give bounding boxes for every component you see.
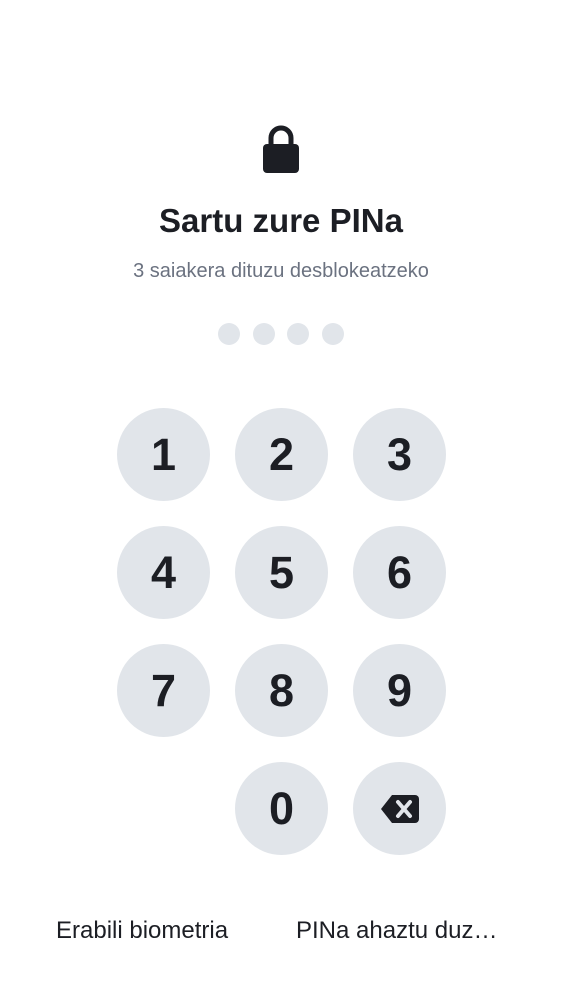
key-6-button[interactable]: 6 bbox=[353, 526, 446, 619]
key-label: 3 bbox=[386, 429, 413, 480]
pin-indicator bbox=[218, 323, 344, 345]
use-biometrics-link[interactable]: Erabili biometria bbox=[56, 915, 228, 947]
key-label: 9 bbox=[386, 665, 413, 716]
key-label: 0 bbox=[268, 783, 295, 834]
key-1-button[interactable]: 1 bbox=[117, 408, 210, 501]
key-label: 4 bbox=[150, 547, 177, 598]
backspace-icon bbox=[380, 794, 419, 823]
key-label: 8 bbox=[268, 665, 295, 716]
key-3-button[interactable]: 3 bbox=[353, 408, 446, 501]
key-7-button[interactable]: 7 bbox=[117, 644, 210, 737]
key-2-button[interactable]: 2 bbox=[235, 408, 328, 501]
key-0-button[interactable]: 0 bbox=[235, 762, 328, 855]
pin-dot bbox=[287, 323, 310, 345]
key-5-button[interactable]: 5 bbox=[235, 526, 328, 619]
pin-dot bbox=[218, 323, 240, 345]
lock-icon bbox=[263, 125, 299, 173]
pin-dot bbox=[321, 323, 344, 345]
forgot-pin-link[interactable]: PINa ahaztu duz… bbox=[296, 915, 506, 947]
page-title: Sartu zure PINa bbox=[159, 202, 403, 239]
key-label: 2 bbox=[268, 429, 295, 480]
key-label: 6 bbox=[386, 547, 413, 598]
key-label: 7 bbox=[150, 665, 177, 716]
pin-dot bbox=[252, 323, 275, 345]
backspace-button[interactable] bbox=[353, 762, 446, 855]
key-8-button[interactable]: 8 bbox=[235, 644, 328, 737]
key-label: 1 bbox=[150, 429, 177, 480]
key-9-button[interactable]: 9 bbox=[353, 644, 446, 737]
key-label: 5 bbox=[268, 547, 295, 598]
key-4-button[interactable]: 4 bbox=[117, 526, 210, 619]
attempts-remaining-text: 3 saiakera dituzu desblokeatzeko bbox=[133, 260, 429, 282]
